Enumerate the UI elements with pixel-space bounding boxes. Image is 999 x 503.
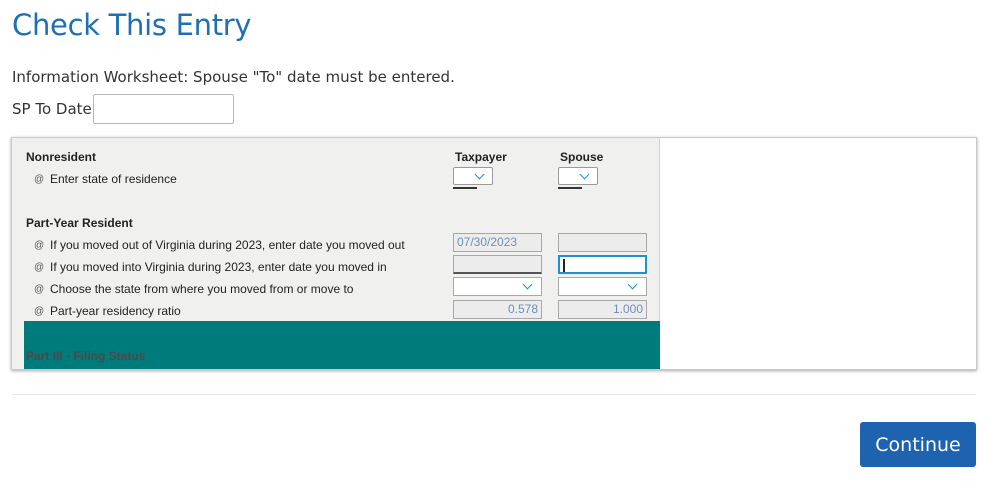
- spouse-moved-out-field[interactable]: [558, 233, 647, 252]
- taxpayer-moved-out-field[interactable]: 07/30/2023: [453, 233, 542, 252]
- row-residency-ratio: @ Part-year residency ratio: [34, 304, 181, 318]
- taxpayer-state-moved-select[interactable]: [453, 277, 542, 296]
- worksheet-form: Nonresident Taxpayer Spouse @ Enter stat…: [12, 138, 660, 369]
- at-marker-icon: @: [34, 305, 45, 317]
- sp-to-date-label: SP To Date: [12, 100, 92, 118]
- chevron-down-icon: [627, 279, 638, 290]
- at-marker-icon: @: [34, 173, 45, 185]
- row-label: Part-year residency ratio: [50, 304, 181, 318]
- sp-to-date-row: SP To Date: [12, 94, 234, 124]
- sp-to-date-input[interactable]: [92, 94, 234, 124]
- spouse-state-moved-select[interactable]: [558, 277, 647, 296]
- taxpayer-moved-in-field[interactable]: [453, 255, 542, 274]
- row-label: Enter state of residence: [50, 172, 177, 186]
- spouse-ratio-field: 1.000: [558, 300, 647, 319]
- chevron-down-icon: [579, 169, 590, 180]
- row-label: If you moved into Virginia during 2023, …: [50, 260, 387, 274]
- row-state-moved: @ Choose the state from where you moved …: [34, 282, 353, 296]
- taxpayer-state-select[interactable]: [453, 167, 493, 189]
- divider: [12, 394, 976, 395]
- nonresident-heading: Nonresident: [26, 150, 97, 164]
- spouse-moved-in-field[interactable]: [558, 255, 647, 274]
- row-label: Choose the state from where you moved fr…: [50, 282, 354, 296]
- chevron-down-icon: [522, 279, 533, 290]
- row-state-of-residence: @ Enter state of residence: [34, 172, 177, 186]
- at-marker-icon: @: [34, 261, 45, 273]
- spouse-heading: Spouse: [560, 150, 604, 164]
- info-message: Information Worksheet: Spouse "To" date …: [12, 68, 455, 86]
- row-moved-in: @ If you moved into Virginia during 2023…: [34, 260, 387, 274]
- taxpayer-ratio-field: 0.578: [453, 300, 542, 319]
- page-title: Check This Entry: [12, 8, 252, 42]
- text-cursor: [563, 259, 565, 272]
- at-marker-icon: @: [34, 283, 45, 295]
- worksheet-frame: Nonresident Taxpayer Spouse @ Enter stat…: [11, 137, 977, 370]
- taxpayer-heading: Taxpayer: [455, 150, 507, 164]
- part3-title: Part III · Filing Status: [26, 349, 146, 363]
- part-year-heading: Part-Year Resident: [26, 216, 133, 230]
- right-pane: [660, 138, 976, 369]
- row-label: If you moved out of Virginia during 2023…: [50, 238, 405, 252]
- continue-button[interactable]: Continue: [860, 422, 976, 467]
- at-marker-icon: @: [34, 239, 45, 251]
- chevron-down-icon: [474, 169, 485, 180]
- row-moved-out: @ If you moved out of Virginia during 20…: [34, 238, 405, 252]
- spouse-state-select[interactable]: [558, 167, 598, 189]
